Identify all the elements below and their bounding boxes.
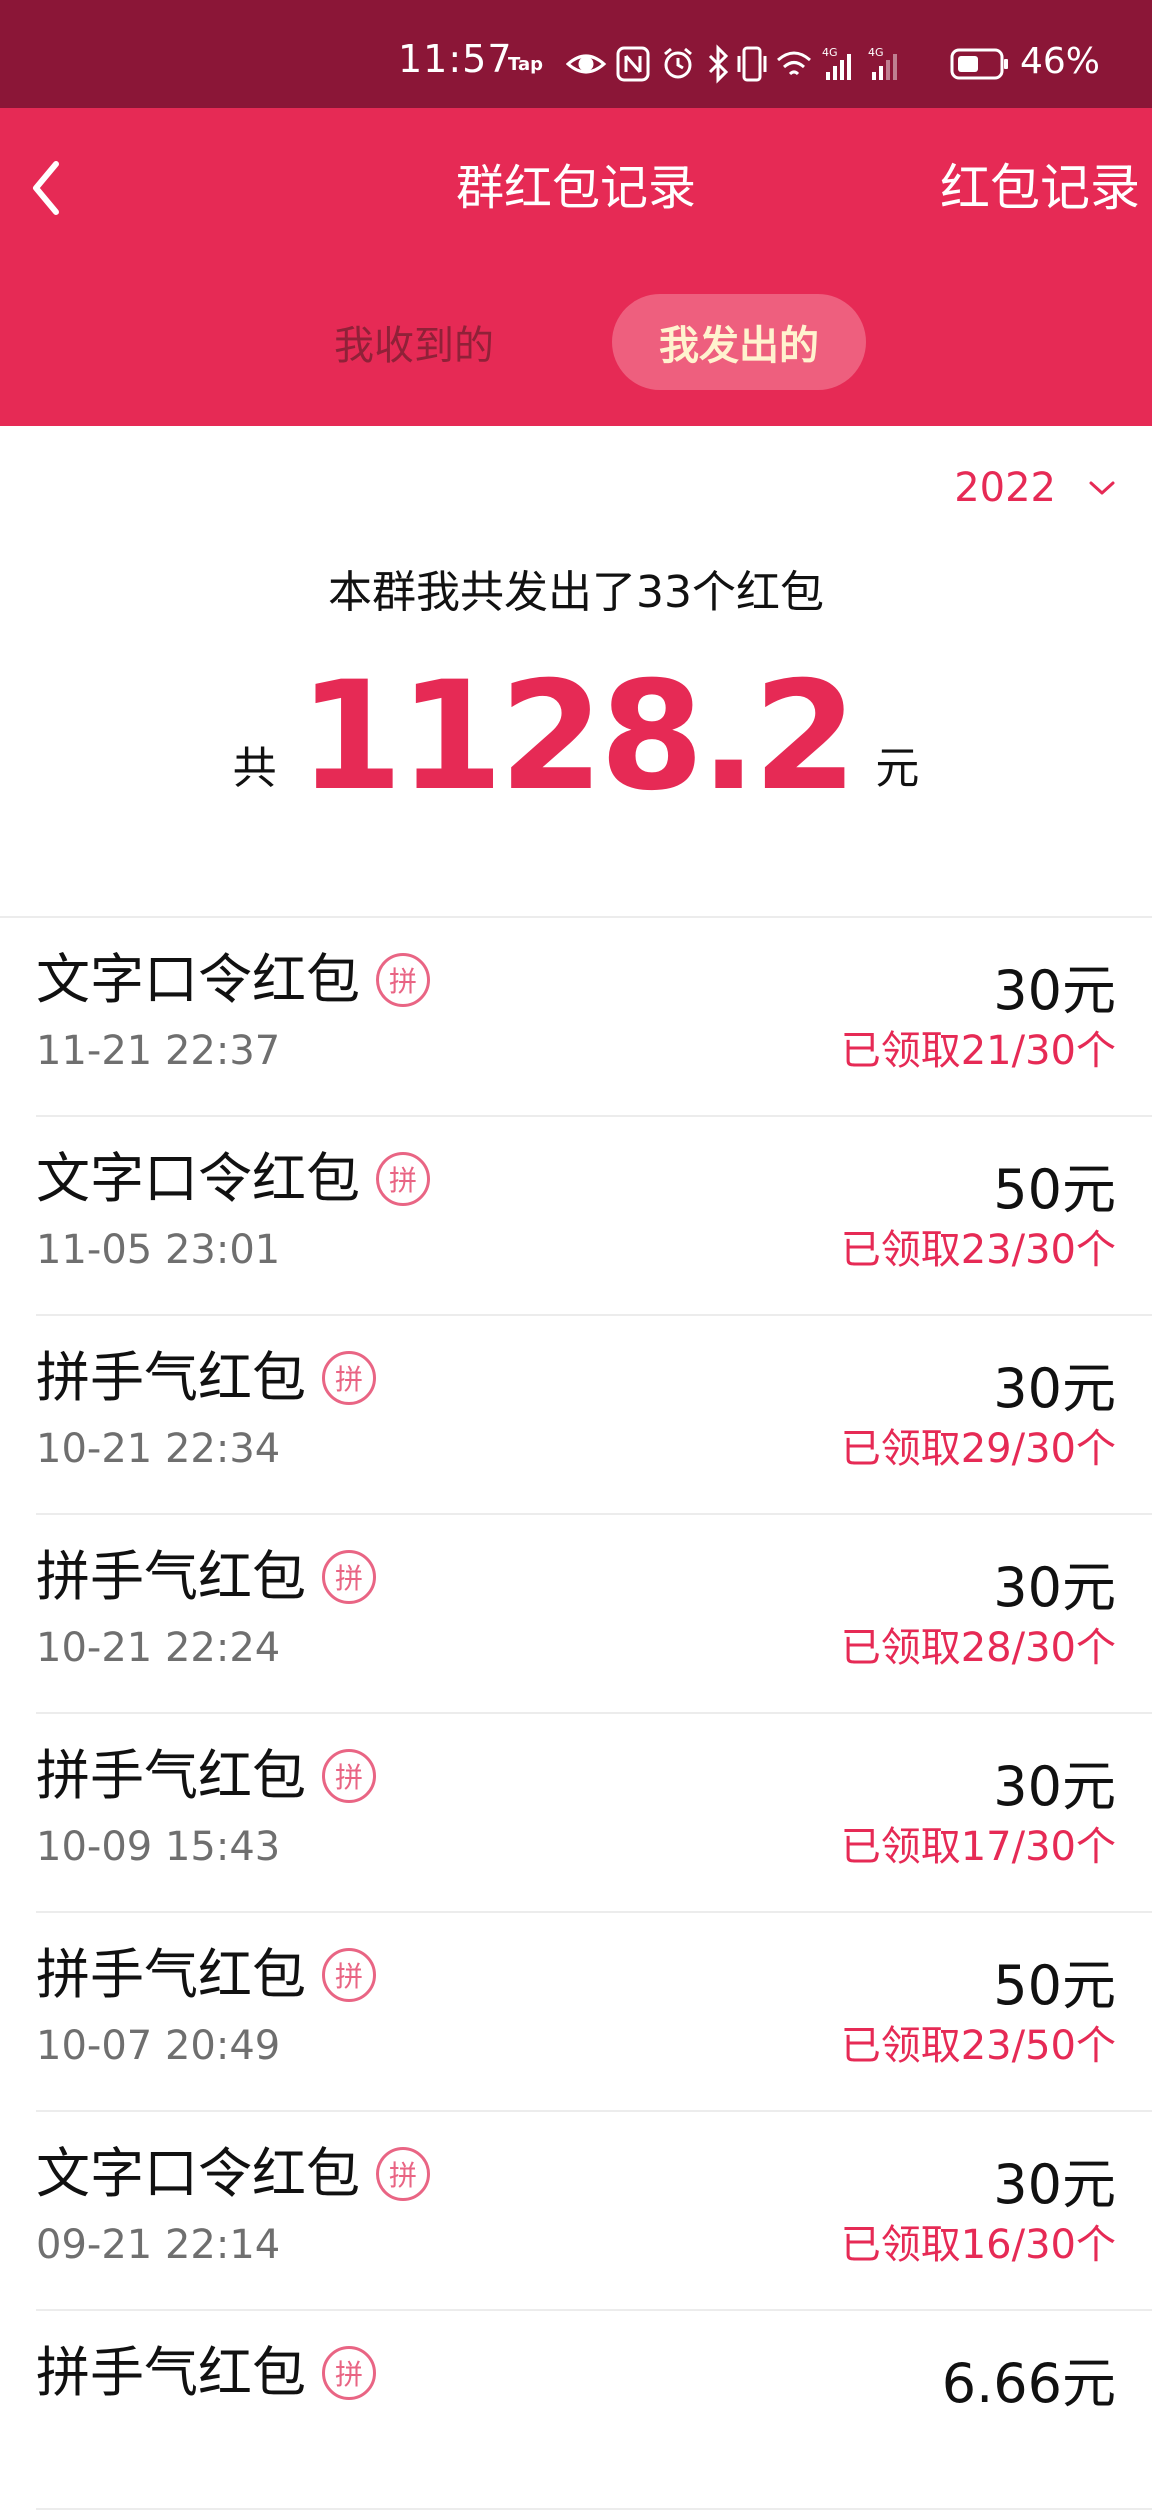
year-value: 2022	[954, 465, 1056, 511]
record-time: 11-21 22:37	[36, 1028, 281, 1074]
pin-badge-icon: 拼	[376, 1152, 430, 1207]
record-amount: 50元	[993, 1158, 1116, 1221]
pin-badge-icon: 拼	[322, 2346, 376, 2401]
vibrate-icon	[737, 46, 767, 82]
total-amount: 1128.2	[298, 650, 858, 824]
record-amount: 30元	[993, 1556, 1116, 1619]
summary-count-text: 本群我共发出了33个红包	[328, 567, 824, 618]
list-item[interactable]: 文字口令红包 拼 09-21 22:14 30元 已领取16/30个	[36, 2112, 1152, 2311]
pin-badge-icon: 拼	[322, 1948, 376, 2003]
total-unit: 元	[875, 743, 920, 794]
record-claimed: 已领取17/30个	[840, 1824, 1116, 1870]
record-amount: 6.66元	[941, 2352, 1116, 2415]
record-claimed: 已领取23/50个	[840, 2023, 1116, 2069]
battery-percent: 46%	[1020, 41, 1101, 82]
alarm-icon	[664, 47, 692, 79]
signal-4g-icon: 4G	[868, 46, 897, 80]
record-amount: 30元	[993, 1357, 1116, 1420]
svg-text:4G: 4G	[868, 46, 884, 59]
tab-sent[interactable]: 我发出的	[612, 294, 866, 390]
record-time: 10-09 15:43	[36, 1824, 281, 1870]
record-claimed: 已领取29/30个	[840, 1426, 1116, 1472]
record-name: 拼手气红包	[36, 1943, 306, 2006]
summary-section: 2022 本群我共发出了33个红包 共 1128.2 元	[0, 426, 1152, 916]
record-name: 拼手气红包	[36, 2341, 306, 2404]
record-time: 11-05 23:01	[36, 1227, 281, 1273]
record-time: 10-21 22:24	[36, 1625, 281, 1671]
records-list: 文字口令红包 拼 11-21 22:37 30元 已领取21/30个 文字口令红…	[0, 918, 1152, 2510]
record-name: 文字口令红包	[36, 2142, 360, 2205]
back-button[interactable]	[18, 152, 74, 224]
total-prefix: 共	[232, 743, 277, 794]
pin-badge-icon: 拼	[376, 953, 430, 1008]
tab-received[interactable]: 我收到的	[308, 294, 520, 390]
record-time: 10-21 22:34	[36, 1426, 281, 1472]
nfc-icon	[616, 46, 650, 82]
pin-badge-icon: 拼	[376, 2147, 430, 2202]
battery-icon	[950, 48, 1008, 80]
status-time: 11:57	[398, 37, 513, 81]
record-name: 拼手气红包	[36, 1346, 306, 1409]
chevron-down-icon	[1088, 479, 1116, 497]
record-amount: 30元	[993, 2153, 1116, 2216]
eye-icon	[566, 54, 607, 74]
record-name: 文字口令红包	[36, 1147, 360, 1210]
record-claimed: 已领取23/30个	[840, 1227, 1116, 1273]
header: 群红包记录 红包记录 我收到的 我发出的	[0, 108, 1152, 426]
wifi-icon	[777, 51, 811, 76]
pin-badge-icon: 拼	[322, 1749, 376, 1804]
list-item[interactable]: 拼手气红包 拼 6.66元	[36, 2311, 1152, 2510]
svg-text:4G: 4G	[822, 46, 838, 59]
record-name: 文字口令红包	[36, 948, 360, 1011]
record-claimed: 已领取16/30个	[840, 2222, 1116, 2268]
record-claimed: 已领取21/30个	[840, 1028, 1116, 1074]
record-name: 拼手气红包	[36, 1744, 306, 1807]
pin-badge-icon: 拼	[322, 1550, 376, 1605]
status-tap-label: Tap	[508, 54, 543, 75]
record-amount: 30元	[993, 959, 1116, 1022]
status-bar: 11:57 Tap 4G 4G 46%	[0, 0, 1152, 108]
record-time: 10-07 20:49	[36, 2023, 281, 2069]
list-item[interactable]: 拼手气红包 拼 10-07 20:49 50元 已领取23/50个	[36, 1913, 1152, 2112]
redpacket-records-link[interactable]: 红包记录	[940, 152, 1140, 224]
list-item[interactable]: 拼手气红包 拼 10-21 22:24 30元 已领取28/30个	[36, 1515, 1152, 1714]
bluetooth-icon	[708, 44, 729, 84]
list-item[interactable]: 文字口令红包 拼 11-05 23:01 50元 已领取23/30个	[36, 1117, 1152, 1316]
record-claimed: 已领取28/30个	[840, 1625, 1116, 1671]
total-amount-row: 共 1128.2 元	[0, 662, 1152, 812]
list-item[interactable]: 拼手气红包 拼 10-21 22:34 30元 已领取29/30个	[36, 1316, 1152, 1515]
pin-badge-icon: 拼	[322, 1351, 376, 1406]
chevron-left-icon	[33, 161, 59, 215]
record-name: 拼手气红包	[36, 1545, 306, 1608]
year-selector[interactable]: 2022	[954, 460, 1116, 516]
status-icons: 4G 4G	[566, 44, 1008, 84]
record-amount: 30元	[993, 1755, 1116, 1818]
list-item[interactable]: 文字口令红包 拼 11-21 22:37 30元 已领取21/30个	[36, 918, 1152, 1117]
signal-4g-icon: 4G	[822, 46, 851, 80]
list-item[interactable]: 拼手气红包 拼 10-09 15:43 30元 已领取17/30个	[36, 1714, 1152, 1913]
record-amount: 50元	[993, 1954, 1116, 2017]
record-time: 09-21 22:14	[36, 2222, 281, 2268]
